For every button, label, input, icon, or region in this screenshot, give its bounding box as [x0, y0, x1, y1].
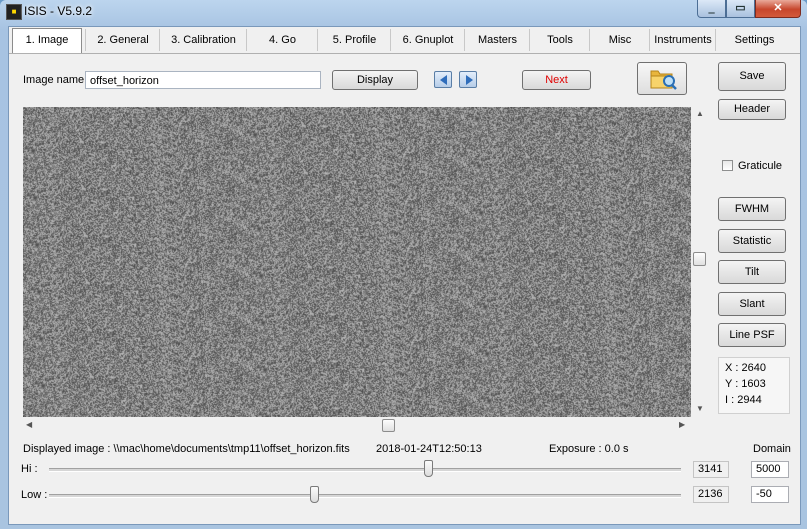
- tab-profile[interactable]: 5. Profile: [317, 29, 391, 51]
- window-controls: ‗ ▭ ✕: [697, 0, 801, 18]
- cursor-y: Y : 1603: [725, 378, 766, 390]
- horizontal-scroll-thumb[interactable]: [382, 419, 395, 432]
- tab-divider: [9, 53, 800, 54]
- tab-image[interactable]: 1. Image: [12, 28, 82, 53]
- cursor-readout: X : 2640 Y : 1603 I : 2944: [718, 357, 790, 414]
- exposure-label: Exposure : 0.0 s: [549, 443, 629, 455]
- vertical-scrollbar[interactable]: ▲ ▼: [691, 107, 708, 417]
- save-button[interactable]: Save: [718, 62, 786, 91]
- low-slider-thumb[interactable]: [310, 486, 320, 503]
- hi-slider-track[interactable]: [49, 468, 681, 472]
- displayed-image-path: Displayed image : \\mac\home\documents\t…: [23, 443, 350, 455]
- low-label: Low :: [21, 489, 48, 501]
- cursor-x: X : 2640: [725, 362, 766, 374]
- low-slider-track[interactable]: [49, 494, 681, 498]
- low-domain-input[interactable]: -50: [751, 486, 789, 503]
- tab-misc[interactable]: Misc: [589, 29, 650, 51]
- hi-label: Hi :: [21, 463, 38, 475]
- hi-slider-thumb[interactable]: [424, 460, 434, 477]
- next-arrow-button[interactable]: [459, 71, 477, 88]
- tab-masters[interactable]: Masters: [464, 29, 530, 51]
- tab-strip: 1. Image 2. General 3. Calibration 4. Go…: [9, 28, 800, 54]
- window-title: ISIS - V5.9.2: [24, 4, 93, 18]
- previous-button[interactable]: [434, 71, 452, 88]
- minimize-button[interactable]: ‗: [697, 0, 726, 18]
- slant-button[interactable]: Slant: [718, 292, 786, 316]
- image-timestamp: 2018-01-24T12:50:13: [376, 443, 482, 455]
- tab-general[interactable]: 2. General: [85, 29, 160, 51]
- graticule-checkbox[interactable]: [722, 160, 733, 171]
- scroll-right-icon[interactable]: ▶: [679, 420, 685, 429]
- low-value: 2136: [693, 486, 729, 503]
- open-folder-button[interactable]: [637, 62, 687, 95]
- display-button[interactable]: Display: [332, 70, 418, 90]
- image-canvas[interactable]: [23, 107, 691, 417]
- line-psf-button[interactable]: Line PSF: [718, 323, 786, 347]
- scroll-left-icon[interactable]: ◀: [26, 420, 32, 429]
- horizontal-scrollbar[interactable]: ◀ ▶: [23, 417, 691, 434]
- hi-domain-input[interactable]: 5000: [751, 461, 789, 478]
- arrow-left-icon: [440, 75, 447, 85]
- arrow-right-icon: [466, 75, 473, 85]
- vertical-scroll-thumb[interactable]: [693, 252, 706, 266]
- image-display[interactable]: [23, 107, 691, 417]
- next-button[interactable]: Next: [522, 70, 591, 90]
- tab-go[interactable]: 4. Go: [246, 29, 318, 51]
- tab-tools[interactable]: Tools: [529, 29, 590, 51]
- close-button[interactable]: ✕: [755, 0, 801, 18]
- image-name-input[interactable]: offset_horizon: [85, 71, 321, 89]
- tab-gnuplot[interactable]: 6. Gnuplot: [390, 29, 465, 51]
- header-button[interactable]: Header: [718, 99, 786, 120]
- tilt-button[interactable]: Tilt: [718, 260, 786, 284]
- cursor-intensity: I : 2944: [725, 394, 762, 406]
- maximize-button[interactable]: ▭: [726, 0, 755, 18]
- graticule-label: Graticule: [738, 160, 783, 172]
- client-area: 1. Image 2. General 3. Calibration 4. Go…: [8, 26, 801, 525]
- scroll-down-icon[interactable]: ▼: [696, 404, 704, 413]
- domain-label: Domain: [753, 443, 791, 455]
- scroll-up-icon[interactable]: ▲: [696, 109, 704, 118]
- tab-settings[interactable]: Settings: [715, 29, 793, 51]
- tab-calibration[interactable]: 3. Calibration: [159, 29, 247, 51]
- statistic-button[interactable]: Statistic: [718, 229, 786, 253]
- hi-value: 3141: [693, 461, 729, 478]
- tab-instruments[interactable]: Instruments: [649, 29, 716, 51]
- image-name-label: Image name :: [23, 74, 91, 86]
- folder-search-icon: [650, 70, 677, 90]
- title-bar[interactable]: ■ ISIS - V5.9.2 ‗ ▭ ✕: [0, 0, 807, 24]
- fwhm-button[interactable]: FWHM: [718, 197, 786, 221]
- app-window: ■ ISIS - V5.9.2 ‗ ▭ ✕ 1. Image 2. Genera…: [0, 0, 807, 529]
- isis-app-icon: ■: [6, 4, 22, 20]
